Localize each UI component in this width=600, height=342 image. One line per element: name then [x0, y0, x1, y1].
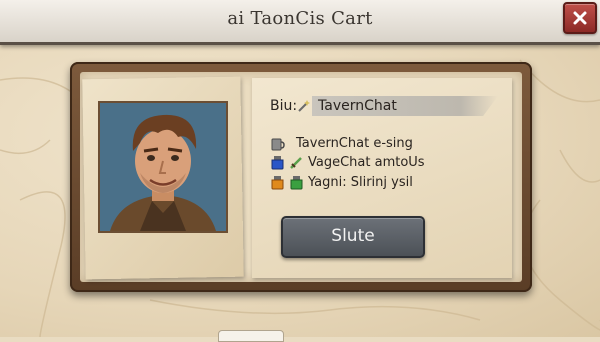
- mug-icon: [271, 138, 285, 150]
- list-item: Yagni: Slirinj ysil: [270, 173, 413, 191]
- close-icon: [573, 11, 587, 25]
- character-name-value: TavernChat: [318, 98, 397, 114]
- item-label: TavernChat e-sing: [296, 135, 413, 151]
- blue-potion-icon: [271, 155, 284, 169]
- character-name-field[interactable]: TavernChat: [312, 96, 498, 116]
- green-potion-icon: [290, 175, 303, 189]
- name-label: Biu:: [270, 98, 298, 114]
- title-bar: ai TaonCis Cart: [0, 0, 600, 45]
- list-item: VageChat amtoUs: [270, 153, 425, 171]
- hero-portrait-icon: [100, 103, 226, 231]
- sword-icon: [290, 156, 302, 169]
- item-label: VageChat amtoUs: [308, 154, 425, 170]
- item-label: Yagni: Slirinj ysil: [308, 174, 413, 190]
- primary-action-button[interactable]: Slute: [281, 216, 425, 258]
- list-item: TavernChat e-sing: [270, 134, 413, 152]
- bottom-tab[interactable]: [218, 330, 284, 342]
- window-title: ai TaonCis Cart: [227, 8, 373, 29]
- character-portrait: [98, 101, 228, 233]
- close-button[interactable]: [563, 2, 597, 34]
- wand-icon: [298, 100, 310, 112]
- orange-potion-icon: [271, 175, 284, 189]
